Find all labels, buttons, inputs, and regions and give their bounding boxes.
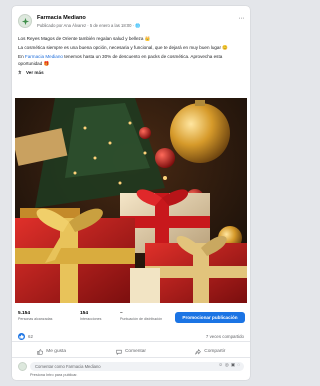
share-label: Compartir (204, 349, 226, 354)
interactions-stat[interactable]: 154 Interacciones (80, 311, 101, 321)
share-icon (195, 348, 202, 355)
emoji-icon[interactable]: ☺ (218, 362, 223, 368)
post-meta: Publicado por Ana Álvarez · 5 de enero a… (37, 23, 141, 28)
pharmacy-logo-icon (21, 17, 29, 25)
page-mention-link[interactable]: Farmacia Mediano (25, 54, 63, 59)
thumbs-up-outline-icon (37, 348, 44, 355)
post-paragraph-1: Los Reyes Magos de Oriente también regal… (18, 36, 151, 41)
distribution-value: – (120, 311, 123, 316)
distribution-stat[interactable]: – Puntuación de distribución (120, 311, 162, 321)
reactions-summary: 62 7 veces compartido (12, 332, 250, 342)
paragraph-prefix: En (18, 54, 25, 60)
comment-label: Comentar (124, 349, 147, 354)
sticker-icon[interactable]: ◌ (237, 362, 240, 368)
post-card: Farmacia Mediano Publicado por Ana Álvar… (12, 6, 250, 380)
comment-composer: Comentar como Farmacia Mediano ☺ ◎ ▣ ◌ P… (12, 361, 250, 380)
comment-tools: ☺ ◎ ▣ ◌ (218, 362, 240, 368)
promote-post-button[interactable]: Promocionar publicación (175, 312, 245, 323)
more-options-icon[interactable]: ··· (239, 15, 245, 22)
christmas-gifts-image (15, 98, 247, 303)
post-paragraph-3: En Farmacia Mediano tenemos hasta un 30%… (18, 54, 244, 67)
camera-icon[interactable]: ◎ (225, 362, 229, 368)
shares-count[interactable]: 7 veces compartido (206, 334, 244, 339)
post-header: Farmacia Mediano Publicado por Ana Álvar… (12, 6, 250, 36)
comment-hint: Presiona Intro para publicar. (30, 373, 78, 377)
post-text: Los Reyes Magos de Oriente también regal… (12, 36, 250, 67)
reach-stat[interactable]: 5.154 Personas alcanzadas (18, 311, 52, 321)
post-image[interactable] (15, 98, 247, 303)
post-insights: 5.154 Personas alcanzadas 154 Interaccio… (12, 311, 250, 329)
reach-label: Personas alcanzadas (18, 317, 53, 321)
distribution-label: Puntuación de distribución (120, 317, 163, 321)
like-button[interactable]: Me gusta (12, 346, 91, 357)
like-reaction-icon[interactable] (18, 333, 25, 340)
like-label: Me gusta (46, 349, 67, 354)
page-name[interactable]: Farmacia Mediano (37, 15, 86, 21)
reach-value: 5.154 (18, 311, 31, 316)
interactions-value: 154 (80, 311, 89, 316)
page-avatar[interactable] (18, 14, 32, 28)
commenter-avatar (18, 362, 27, 371)
comment-placeholder: Comentar como Farmacia Mediano (35, 364, 101, 369)
interactions-label: Interacciones (80, 317, 102, 321)
translate-icon (18, 70, 22, 75)
reaction-count[interactable]: 62 (28, 334, 33, 339)
gif-icon[interactable]: ▣ (231, 362, 235, 368)
comment-icon (116, 349, 122, 355)
comment-input[interactable]: Comentar como Farmacia Mediano ☺ ◎ ▣ ◌ (30, 362, 244, 371)
comment-button[interactable]: Comentar (91, 346, 170, 357)
share-button[interactable]: Compartir (171, 346, 250, 357)
see-more-button[interactable]: Ver más (12, 70, 250, 75)
see-more-label: Ver más (26, 69, 44, 75)
post-actions: Me gusta Comentar Compartir (12, 346, 250, 358)
post-paragraph-2: La cosmética siempre es una buena opción… (18, 45, 229, 51)
thumbs-up-icon (19, 334, 24, 339)
